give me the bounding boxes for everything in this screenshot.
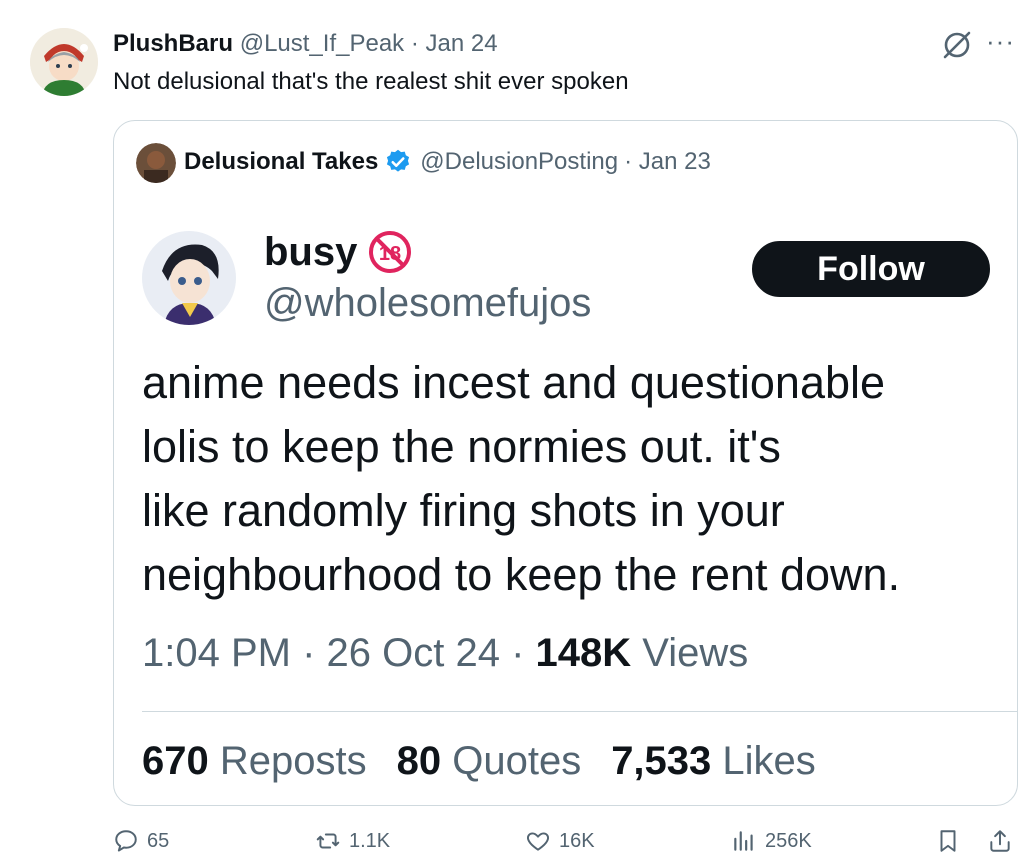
reply-icon [115,830,137,852]
user-handle[interactable]: @Lust_If_Peak [240,30,404,57]
embedded-reposts: 670 Reposts [142,739,367,784]
analytics-icon [734,831,753,851]
embedded-text-line: like randomly firing shots in your [142,485,785,536]
embedded-text-line: anime needs incest and questionable [142,357,886,408]
quoted-avatar[interactable] [136,143,176,183]
embedded-text-line: neighbourhood to keep the rent down. [142,549,901,600]
post-header: PlushBaru @Lust_If_Peak · Jan 24 [113,30,498,58]
share-button[interactable] [987,828,1013,854]
embedded-quotes-count: 80 [396,739,442,783]
post-text: Not delusional that's the realest shit e… [113,68,629,95]
embedded-likes: 7,533 Likes [611,739,816,784]
like-count: 16K [559,829,595,852]
repost-count: 1.1K [349,829,391,852]
embedded-post-text: anime needs incest and questionable loli… [142,351,1002,607]
embedded-display-name: busy [264,229,358,274]
share-icon [990,830,1010,852]
quoted-handle[interactable]: @DelusionPosting [420,148,618,176]
avatar[interactable] [30,28,98,96]
embedded-quotes: 80 Quotes [397,739,582,784]
embedded-name: busy 18 [264,229,413,275]
grok-icon[interactable] [940,28,974,62]
quoted-display-name[interactable]: Delusional Takes [184,148,378,176]
embedded-stats: 670 Reposts 80 Quotes 7,533 Likes [142,739,816,784]
embedded-text-line: lolis to keep the normies out. it's [142,421,781,472]
like-button[interactable]: 16K [525,828,595,854]
display-name[interactable]: PlushBaru [113,30,233,57]
post-date[interactable]: · Jan 24 [411,30,498,57]
divider [142,711,1017,712]
embedded-meta: 1:04 PM · 26 Oct 24 · 148K Views [142,631,748,676]
embedded-reposts-count: 670 [142,739,209,783]
quoted-post[interactable]: Delusional Takes @DelusionPosting · Jan … [113,120,1018,806]
embedded-timestamp: 1:04 PM · 26 Oct 24 · [142,631,536,675]
reply-button[interactable]: 65 [113,828,169,854]
embedded-likes-label: Likes [711,739,816,783]
views-count: 256K [765,829,812,852]
embedded-quotes-label: Quotes [441,739,582,783]
embedded-avatar [142,231,236,325]
age-restriction-18-icon: 18 [369,231,412,273]
embedded-likes-count: 7,533 [611,739,712,783]
embedded-views-label: Views [631,631,749,675]
reply-count: 65 [147,829,170,852]
quoted-date[interactable]: · Jan 23 [624,148,711,176]
embedded-reposts-label: Reposts [208,739,367,783]
bookmark-button[interactable] [935,828,961,854]
quoted-header: Delusional Takes @DelusionPosting · Jan … [184,148,711,176]
more-options-icon[interactable]: ··· [986,28,1020,60]
tweet: PlushBaru @Lust_If_Peak · Jan 24 ··· Not… [0,0,1024,867]
embedded-handle: @wholesomefujos [264,281,592,325]
action-bar: 65 1.1K 16K 256K [113,828,1023,864]
verified-badge-icon [387,149,410,172]
follow-button[interactable]: Follow [752,241,990,297]
repost-icon [316,833,340,849]
repost-button[interactable]: 1.1K [315,828,390,854]
views-button[interactable]: 256K [731,828,812,854]
heart-icon [527,832,549,851]
bookmark-icon [940,830,956,852]
embedded-views-count: 148K [535,631,632,675]
